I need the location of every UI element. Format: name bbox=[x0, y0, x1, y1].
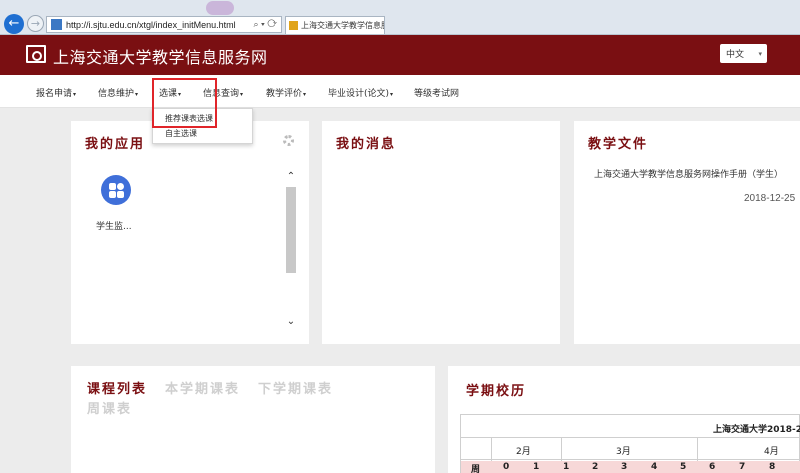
browser-tab-title: 上海交通大学教学信息服务... bbox=[301, 21, 384, 30]
menu-item-label: 教学评价 bbox=[266, 89, 303, 99]
course-list-card: 课程列表 本学期课表 下学期课表周课表 bbox=[71, 366, 435, 473]
calendar-week-number: 1 bbox=[533, 462, 540, 472]
forward-arrow-icon[interactable]: → bbox=[27, 15, 44, 32]
apps-scrollbar[interactable]: ⌃ ⌄ bbox=[285, 171, 297, 327]
app-label[interactable]: 学生监... bbox=[96, 219, 132, 232]
calendar-month: 2月 bbox=[516, 447, 531, 457]
language-value: 中文 bbox=[726, 50, 745, 60]
main-menu: 报名申请▾ 信息维护▾ 选课▾ 信息查询▾ 教学评价▾ 毕业设计(论文)▾ 等级… bbox=[0, 75, 800, 108]
site-logo-icon[interactable] bbox=[26, 45, 46, 63]
calendar-week-number: 6 bbox=[709, 462, 716, 472]
chevron-down-icon: ▾ bbox=[303, 91, 307, 98]
semester-calendar-title: 学期校历 bbox=[466, 384, 527, 399]
document-date: 2018-12-25 bbox=[744, 193, 796, 204]
my-apps-card: 我的应用 学生监... ⌃ ⌄ bbox=[71, 121, 309, 344]
menu-item-graduation-design[interactable]: 毕业设计(论文)▾ bbox=[328, 86, 393, 99]
my-messages-title: 我的消息 bbox=[336, 137, 397, 152]
menu-item-label: 等级考试网 bbox=[414, 89, 460, 99]
gear-icon[interactable] bbox=[283, 135, 294, 146]
calendar-week-number: 1 bbox=[563, 462, 570, 472]
chevron-down-icon: ▾ bbox=[73, 91, 77, 98]
calendar-table-title: 上海交通大学2018-2 bbox=[713, 425, 800, 435]
scroll-down-icon[interactable]: ⌄ bbox=[285, 316, 297, 327]
address-url[interactable]: http://i.sjtu.edu.cn/xtgl/index_initMenu… bbox=[66, 20, 251, 30]
menu-item-info-maintenance[interactable]: 信息维护▾ bbox=[98, 86, 138, 99]
course-tabs: 课程列表 本学期课表 下学期课表周课表 bbox=[87, 380, 387, 420]
site-title[interactable]: 上海交通大学教学信息服务网 bbox=[53, 44, 268, 68]
browser-tab[interactable]: 上海交通大学教学信息服务... × bbox=[285, 16, 385, 34]
chevron-down-icon: ▾ bbox=[390, 91, 394, 98]
tab-weekly-timetable[interactable]: 周课表 bbox=[87, 402, 132, 417]
calendar-week-row: 周 0 1 1 2 3 4 5 6 7 8 bbox=[461, 461, 800, 473]
tab-course-list[interactable]: 课程列表 bbox=[87, 382, 147, 397]
scroll-up-icon[interactable]: ⌃ bbox=[285, 171, 297, 182]
chevron-down-icon: ▾ bbox=[240, 91, 244, 98]
menu-item-registration[interactable]: 报名申请▾ bbox=[36, 86, 76, 99]
menu-item-teaching-evaluation[interactable]: 教学评价▾ bbox=[266, 86, 306, 99]
calendar-month: 3月 bbox=[616, 447, 631, 457]
menu-item-level-exam[interactable]: 等级考试网 bbox=[414, 86, 459, 99]
menu-item-label: 报名申请 bbox=[36, 89, 73, 99]
calendar-week-number: 3 bbox=[621, 462, 628, 472]
my-apps-title: 我的应用 bbox=[85, 137, 146, 152]
dropdown-item-self-selection[interactable]: 自主选课 bbox=[165, 128, 197, 139]
tab-this-semester[interactable]: 本学期课表 bbox=[165, 382, 240, 397]
calendar-week-number: 8 bbox=[769, 462, 776, 472]
tab-favicon-icon bbox=[289, 21, 298, 30]
calendar-month: 4月 bbox=[764, 447, 779, 457]
document-link[interactable]: 上海交通大学教学信息服务网操作手册（学生） bbox=[594, 167, 783, 180]
browser-toolbar: ← → http://i.sjtu.edu.cn/xtgl/index_init… bbox=[0, 0, 800, 35]
chevron-down-icon: ▾ bbox=[758, 49, 762, 58]
calendar-week-number: 5 bbox=[680, 462, 687, 472]
chevron-down-icon: ▾ bbox=[135, 91, 139, 98]
language-select[interactable]: 中文 ▾ bbox=[720, 44, 767, 63]
my-messages-card: 我的消息 bbox=[322, 121, 560, 344]
teaching-documents-card: 教学文件 上海交通大学教学信息服务网操作手册（学生） 2018-12-25 bbox=[574, 121, 800, 344]
semester-calendar-card: 学期校历 上海交通大学2018-2 2月 3月 4月 周 0 1 1 2 3 4… bbox=[448, 366, 800, 473]
highlight-annotation-box bbox=[152, 78, 217, 128]
toolbar-decoration bbox=[206, 1, 234, 15]
teaching-documents-title: 教学文件 bbox=[588, 137, 649, 152]
address-controls-icon[interactable]: ⌕ ▾ ⟳ bbox=[254, 19, 277, 30]
calendar-table: 上海交通大学2018-2 2月 3月 4月 周 0 1 1 2 3 4 5 6 … bbox=[460, 414, 800, 473]
calendar-week-number: 0 bbox=[503, 462, 510, 472]
calendar-week-number: 7 bbox=[739, 462, 746, 472]
menu-item-label: 信息维护 bbox=[98, 89, 135, 99]
scrollbar-thumb[interactable] bbox=[286, 187, 296, 273]
menu-item-label: 毕业设计(论文) bbox=[328, 89, 390, 99]
back-arrow-icon[interactable]: ← bbox=[4, 14, 24, 34]
calendar-week-label: 周 bbox=[471, 465, 481, 473]
grid-apps-icon[interactable] bbox=[101, 175, 131, 205]
calendar-week-number: 4 bbox=[651, 462, 658, 472]
tab-next-semester[interactable]: 下学期课表 bbox=[258, 382, 333, 397]
site-header: 上海交通大学教学信息服务网 中文 ▾ bbox=[0, 35, 800, 75]
calendar-week-number: 2 bbox=[592, 462, 599, 472]
calendar-month-row: 2月 3月 4月 bbox=[461, 437, 800, 461]
address-bar[interactable]: http://i.sjtu.edu.cn/xtgl/index_initMenu… bbox=[46, 16, 282, 33]
page-favicon-icon bbox=[51, 19, 62, 30]
